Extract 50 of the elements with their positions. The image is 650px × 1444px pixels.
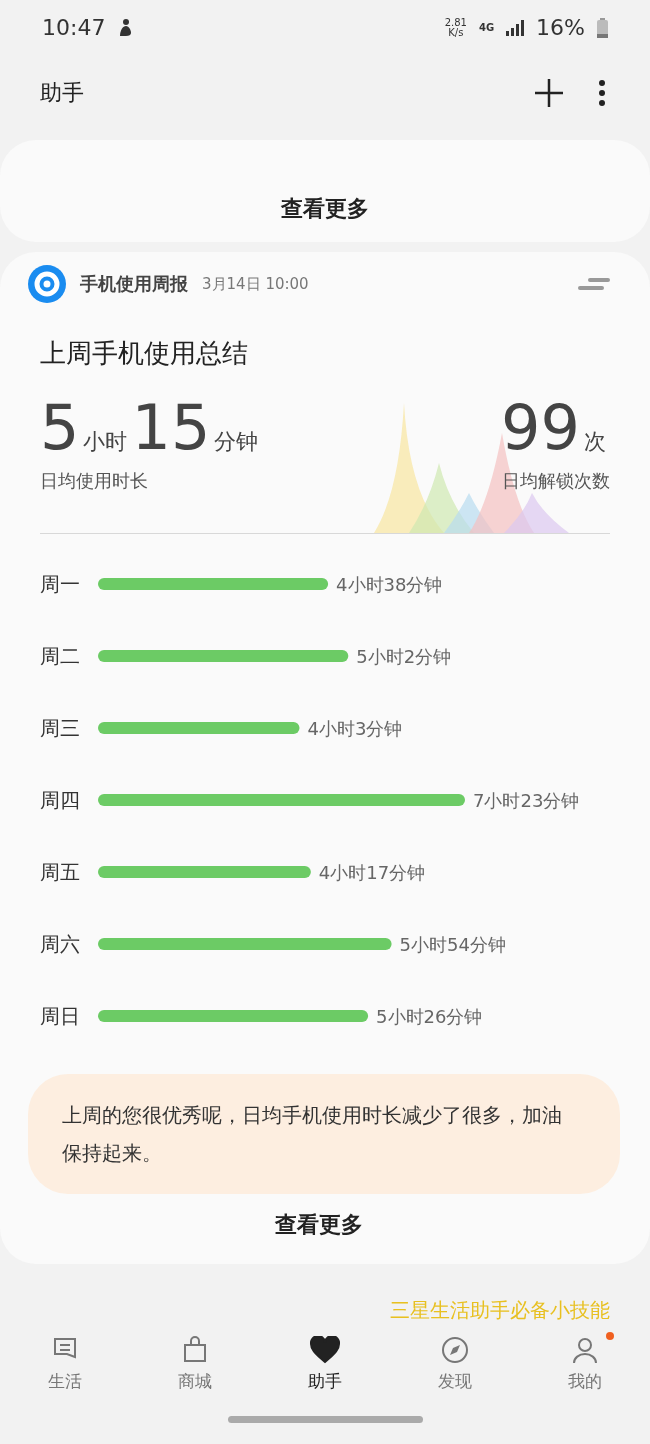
unlock-unit: 次 (584, 428, 606, 456)
clock-time: 10:47 (42, 15, 106, 40)
day-label: 周六 (40, 932, 80, 956)
day-label: 周四 (40, 788, 80, 812)
minutes-value: 15 (131, 393, 211, 463)
bag-icon (182, 1336, 208, 1364)
stat-label: 日均解锁次数 (502, 469, 610, 493)
usage-time: 5小时26分钟 (376, 1006, 483, 1027)
battery-percent: 16% (536, 15, 585, 40)
signal-icon (506, 19, 525, 36)
usage-time: 5小时2分钟 (356, 646, 452, 667)
page-title: 助手 (40, 78, 84, 107)
day-label: 周五 (40, 860, 80, 884)
plus-icon (534, 77, 564, 108)
network-speed: 2.81 (444, 17, 467, 28)
person-icon (571, 1336, 599, 1364)
day-label: 周二 (40, 644, 80, 668)
handle-icon[interactable] (578, 277, 610, 291)
usage-time: 4小时3分钟 (307, 718, 403, 739)
usage-time: 5小时54分钟 (399, 934, 506, 955)
see-more-button[interactable]: 查看更多 (255, 1202, 383, 1248)
stat-label: 日均使用时长 (40, 469, 149, 493)
compass-icon (441, 1336, 469, 1364)
figure-icon (117, 18, 134, 37)
day-label: 周日 (40, 1004, 80, 1028)
usage-time: 4小时38分钟 (336, 574, 443, 595)
network-type: 4G (478, 22, 495, 33)
minutes-unit: 分钟 (214, 428, 259, 456)
heart-icon (310, 1336, 340, 1364)
day-label: 周一 (40, 572, 80, 596)
nav-tab[interactable]: 助手 (260, 1326, 390, 1406)
usage-time: 7小时23分钟 (473, 790, 580, 811)
usage-time: 4小时17分钟 (318, 862, 426, 883)
nav-tab[interactable]: 我的 (520, 1326, 650, 1406)
nav-tab[interactable]: 商城 (130, 1326, 260, 1406)
tip-message: 上周的您很优秀呢，日均手机使用时长减少了很多，加油保持起来。 (28, 1074, 620, 1194)
nav-tab[interactable]: 生活 (0, 1326, 130, 1406)
hours-value: 5 (40, 393, 80, 463)
speed-unit: K/s (448, 27, 464, 38)
app-name: 手机使用周报 (80, 272, 188, 296)
day-label: 周三 (40, 716, 80, 740)
report-date: 3月14日 10:00 (202, 274, 309, 294)
hours-unit: 小时 (83, 428, 128, 456)
nav-tab[interactable]: 发现 (390, 1326, 520, 1406)
summary-heading: 上周手机使用总结 (40, 337, 249, 370)
see-more-button[interactable]: 查看更多 (261, 186, 389, 232)
app-icon (28, 265, 66, 303)
more-options-icon (598, 78, 606, 107)
battery-icon (597, 17, 608, 38)
unlock-count: 99 (501, 393, 580, 463)
